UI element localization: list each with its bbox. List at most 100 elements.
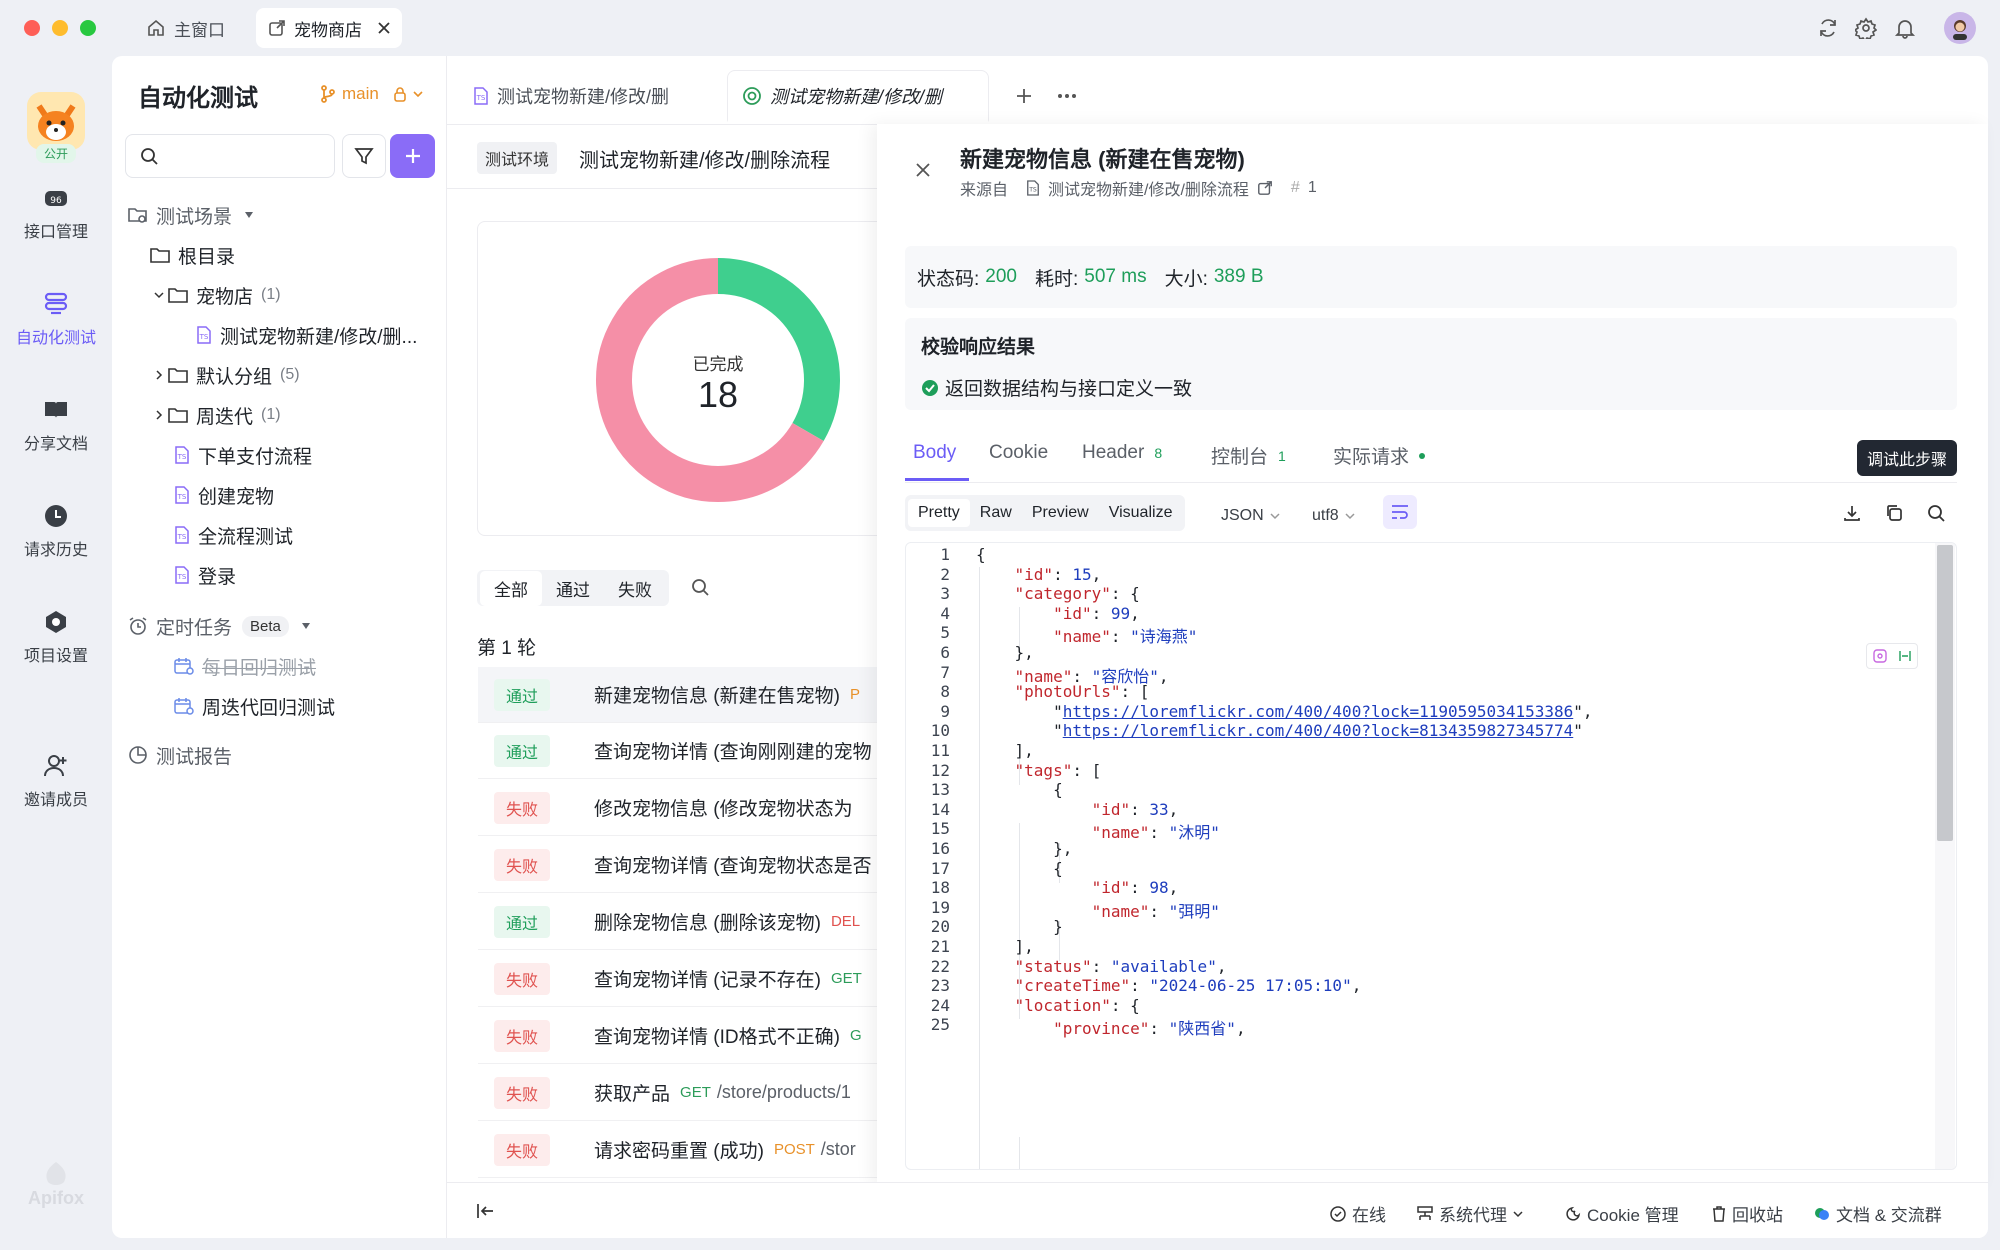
close-tab-icon[interactable] [378,22,390,34]
svg-text:TS: TS [476,94,486,102]
proxy-selector[interactable]: 系统代理 [1417,1201,1523,1226]
tree-folder-default[interactable]: 默认分组 (5) [150,355,485,395]
rail-item-history[interactable]: 请求历史 [0,502,112,560]
docs-community[interactable]: 文档 & 交流群 [1814,1201,1942,1226]
filter-fail[interactable]: 失败 [604,571,666,606]
mode-raw[interactable]: Raw [970,499,1022,527]
mode-visualize[interactable]: Visualize [1099,499,1183,527]
filter-pass[interactable]: 通过 [542,571,604,606]
tab-main-window[interactable]: 主窗口 [134,8,237,48]
copy-icon[interactable] [1885,504,1903,522]
svg-text:TS: TS [1028,187,1037,194]
refresh-icon[interactable] [1814,14,1842,42]
code-line: ], [976,937,1034,956]
wrap-lines-icon[interactable] [1383,495,1417,529]
external-link-icon[interactable] [1257,180,1273,196]
add-button[interactable] [390,134,435,178]
pick-icon[interactable] [1872,649,1887,663]
scrollbar-thumb[interactable] [1937,545,1953,841]
table-row[interactable]: 通过 删除宠物信息 (删除该宠物) DEL [478,894,878,950]
line-number: 9 [940,701,950,721]
table-row[interactable]: 通过 查询宠物详情 (查询刚刚建的宠物 [478,723,878,779]
test-case-icon: TS [174,486,190,504]
plus-icon[interactable] [1010,82,1038,110]
line-number: 18 [930,878,950,898]
line-number: 6 [940,643,950,662]
tab-pet-store[interactable]: 宠物商店 [256,8,402,48]
rail-item-share-docs[interactable]: 分享文档 [0,396,112,454]
test-case-icon: TS [174,526,190,544]
table-row[interactable]: 失败 修改宠物信息 (修改宠物状态为 [478,780,878,836]
settings-icon [42,608,70,636]
table-row[interactable]: 失败 查询宠物详情 (查询宠物状态是否 [478,837,878,893]
filter-all[interactable]: 全部 [480,570,542,606]
env-tag[interactable]: 测试环境 [477,142,558,174]
avatar[interactable] [1944,12,1976,44]
chevron-down-icon [150,291,168,299]
cookie-manager[interactable]: Cookie 管理 [1565,1201,1679,1226]
window-minimize-button[interactable] [52,20,68,36]
search-input[interactable] [125,134,335,178]
mode-pretty[interactable]: Pretty [908,499,970,527]
status-badge: 失败 [494,962,551,995]
assert-icon[interactable] [1898,649,1912,663]
tree-root[interactable]: 根目录 [150,235,485,275]
tab-console[interactable]: 控制台 1 [1211,442,1286,469]
window-close-button[interactable] [24,20,40,36]
code-line: "https://loremflickr.com/400/400?lock=81… [976,721,1583,741]
table-row[interactable]: 失败 请求密码重置 (成功) POST/stor [478,1122,878,1178]
source-link[interactable]: 测试宠物新建/修改/删除流程 [1048,176,1249,200]
branch-selector[interactable]: main [320,84,423,104]
table-row[interactable]: 失败 获取产品 GET/store/products/1 [478,1065,878,1121]
line-number: 3 [940,584,950,604]
gear-icon[interactable] [1852,14,1880,42]
rail-item-invite[interactable]: 邀请成员 [0,752,112,810]
tree-item-pet-crud[interactable]: TS 测试宠物新建/修改/删... [196,315,446,355]
project-avatar[interactable] [27,92,85,150]
scenario-folder-icon [128,206,148,224]
collapse-sidebar-icon[interactable] [477,1203,495,1219]
tree-test-reports[interactable]: 测试报告 [128,735,463,775]
window-maximize-button[interactable] [80,20,96,36]
tab-scenario-1[interactable]: TS 测试宠物新建/修改/删 [459,70,683,122]
tree-folder-petshop[interactable]: 宠物店 (1) [150,275,485,315]
format-select[interactable]: JSON [1211,499,1290,533]
online-status[interactable]: 在线 [1330,1201,1386,1226]
tab-actual-request[interactable]: 实际请求 [1333,442,1426,469]
table-row[interactable]: 失败 查询宠物详情 (记录不存在) GET [478,951,878,1007]
rail-item-automation[interactable]: 自动化测试 [0,290,112,348]
beta-badge: Beta [242,615,289,637]
trash-bin[interactable]: 回收站 [1712,1201,1783,1226]
line-number: 23 [930,976,950,996]
status-badge: 通过 [494,905,551,938]
tree-test-scenarios[interactable]: 测试场景 [128,195,463,235]
debug-step-button[interactable]: 调试此步骤 [1857,440,1958,476]
tree-scheduled-tasks[interactable]: 定时任务 Beta [128,606,463,646]
search-icon[interactable] [691,578,709,596]
tab-label: 宠物商店 [294,20,362,40]
rail-label: 自动化测试 [15,330,96,347]
scrollbar-track[interactable] [1935,543,1955,1169]
tree-folder-weekly[interactable]: 周迭代 (1) [150,395,485,435]
mode-preview[interactable]: Preview [1022,499,1099,527]
step-detail-panel: 新建宠物信息 (新建在售宠物) 来源自 TS 测试宠物新建/修改/删除流程 # … [877,124,1988,1186]
close-icon[interactable] [915,162,931,178]
table-row[interactable]: 失败 查询宠物详情 (ID格式不正确) G [478,1008,878,1064]
tab-header[interactable]: Header 8 [1082,442,1162,464]
filter-button[interactable] [342,134,386,178]
encoding-select[interactable]: utf8 [1302,499,1365,533]
network-icon [1417,1205,1433,1222]
download-icon[interactable] [1843,504,1861,522]
hash-icon: # [1290,179,1300,196]
table-row[interactable]: 通过 新建宠物信息 (新建在售宠物) P [478,667,878,723]
response-body-viewer[interactable]: 1 {2 "id": 15, 3 "category": {4 "id": 99, 5… [905,542,1957,1170]
search-icon[interactable] [1927,504,1945,522]
tab-cookie[interactable]: Cookie [989,442,1048,464]
tab-scenario-2[interactable]: 测试宠物新建/修改/删 [727,70,989,122]
more-icon[interactable] [1053,82,1081,110]
rail-item-settings[interactable]: 项目设置 [0,608,112,666]
bell-icon[interactable] [1891,14,1919,42]
tab-active-indicator [905,478,969,481]
rail-item-api[interactable]: 96 接口管理 [0,184,112,242]
tab-body[interactable]: Body [913,442,956,464]
